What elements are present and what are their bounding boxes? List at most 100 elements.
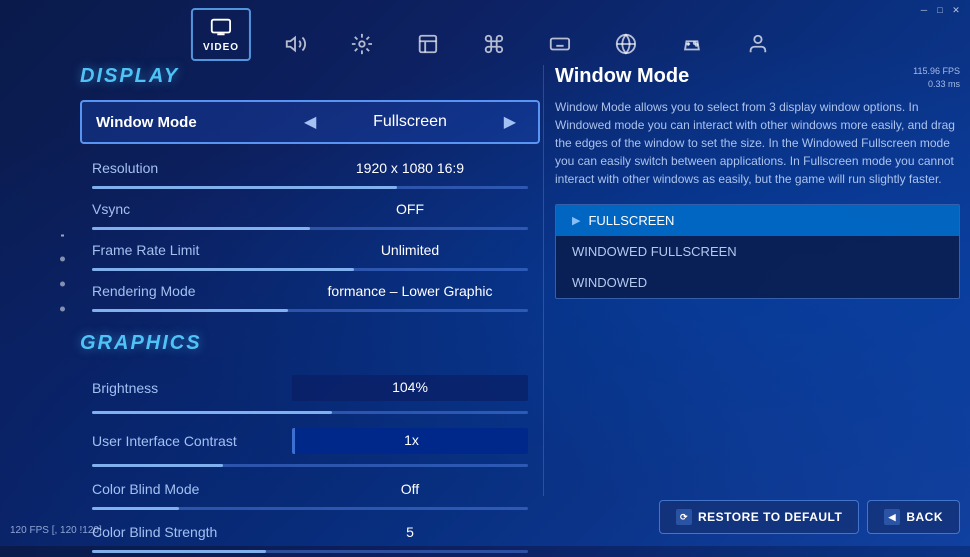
vsync-fill [92,227,310,230]
option-windowed-fullscreen[interactable]: WINDOWED FULLSCREEN [556,236,959,267]
fps-badge: 115.96 FPS 0.33 ms [913,65,960,90]
option-windowed-label: WINDOWED [572,275,647,290]
option-fullscreen[interactable]: ▶ FULLSCREEN [556,205,959,236]
rendering-mode-value-area: formance – Lower Graphic [292,283,528,299]
brightness-row[interactable]: Brightness 104% [80,367,540,409]
restore-default-button[interactable]: ⟳ RESTORE TO DEFAULT [659,500,859,534]
ui-contrast-slider[interactable] [80,464,540,471]
resolution-value: 1920 x 1080 16:9 [356,160,464,176]
window-mode-left-arrow[interactable]: ◀ [296,112,324,132]
window-mode-value-area: ◀ Fullscreen ▶ [296,112,524,132]
color-blind-strength-value: 5 [406,524,414,540]
restore-label: RESTORE TO DEFAULT [698,510,842,524]
nav-profile[interactable] [737,27,779,61]
close-button[interactable]: ✕ [950,4,962,16]
ui-contrast-group: User Interface Contrast 1x [80,420,540,471]
nav-video[interactable]: VIDEO [191,8,251,61]
fps-counter: 120 FPS [, 120 !120] [10,525,102,536]
sidebar-line-1 [61,235,64,237]
nav-interface[interactable] [407,27,449,61]
window-mode-label: Window Mode [96,114,296,131]
brightness-slider[interactable] [80,411,540,418]
ms-value: 0.33 ms [928,79,960,89]
resolution-value-area: 1920 x 1080 16:9 [292,160,528,176]
ui-contrast-row[interactable]: User Interface Contrast 1x [80,420,540,462]
resolution-label: Resolution [92,160,292,176]
vsync-value-area: OFF [292,201,528,217]
ui-contrast-value-area: 1x [292,428,528,454]
window-mode-dropdown: ▶ FULLSCREEN WINDOWED FULLSCREEN WINDOWE… [555,204,960,299]
rendering-mode-row[interactable]: Rendering Mode formance – Lower Graphic [80,275,540,307]
main-content: DISPLAY Window Mode ◀ Fullscreen ▶ Resol… [80,65,540,536]
brightness-value: 104% [392,379,428,395]
fps-value: 115.96 FPS [913,66,960,76]
window-controls: ─ □ ✕ [910,0,970,20]
ui-contrast-value: 1x [404,432,419,448]
color-blind-strength-group: Color Blind Strength 5 [80,516,540,557]
color-blind-strength-slider[interactable] [80,550,540,557]
brightness-group: Brightness 104% [80,367,540,418]
color-blind-mode-value-area: Off [292,481,528,497]
panel-divider [543,65,544,496]
rendering-mode-track [92,309,528,312]
minimize-button[interactable]: ─ [918,4,930,16]
option-windowed-fullscreen-label: WINDOWED FULLSCREEN [572,244,737,259]
nav-network[interactable] [605,27,647,61]
color-blind-mode-row[interactable]: Color Blind Mode Off [80,473,540,505]
color-blind-mode-group: Color Blind Mode Off [80,473,540,514]
nav-controller[interactable] [671,27,713,61]
display-section-title: DISPLAY [80,65,540,88]
nav-keyboard[interactable] [539,27,581,61]
window-mode-value: Fullscreen [373,113,447,131]
graphics-section-title: GRAPHICS [80,332,540,355]
option-windowed[interactable]: WINDOWED [556,267,959,298]
sidebar-dot-1 [60,257,65,262]
frame-rate-value: Unlimited [381,242,439,258]
frame-rate-label: Frame Rate Limit [92,242,292,258]
rendering-mode-fill [92,309,288,312]
resolution-fill [92,186,397,189]
panel-description: Window Mode allows you to select from 3 … [555,98,960,188]
back-button[interactable]: ◀ BACK [867,500,960,534]
brightness-value-area: 104% [292,375,528,401]
color-blind-mode-label: Color Blind Mode [92,481,292,497]
nav-video-label: VIDEO [203,42,239,53]
frame-rate-value-area: Unlimited [292,242,528,258]
nav-bar: VIDEO [191,8,779,61]
color-blind-mode-slider[interactable] [80,507,540,514]
color-blind-strength-label: Color Blind Strength [92,524,292,540]
vsync-row[interactable]: Vsync OFF [80,193,540,225]
panel-title: Window Mode [555,65,960,88]
maximize-button[interactable]: □ [934,4,946,16]
brightness-label: Brightness [92,380,292,396]
nav-gameplay[interactable] [341,27,383,61]
option-fullscreen-label: FULLSCREEN [588,213,674,228]
window-mode-right-arrow[interactable]: ▶ [496,112,524,132]
ui-contrast-label: User Interface Contrast [92,433,292,449]
right-panel: 115.96 FPS 0.33 ms Window Mode Window Mo… [555,65,960,496]
nav-audio[interactable] [275,27,317,61]
vsync-value: OFF [396,201,424,217]
frame-rate-fill [92,268,354,271]
sidebar-dot-3 [60,307,65,312]
color-blind-strength-value-area: 5 [292,524,528,540]
resolution-row[interactable]: Resolution 1920 x 1080 16:9 [80,152,540,184]
rendering-mode-value: formance – Lower Graphic [328,283,493,299]
bottom-buttons: ⟳ RESTORE TO DEFAULT ◀ BACK [659,500,960,534]
option-fullscreen-arrow: ▶ [572,214,580,227]
color-blind-mode-value: Off [401,481,419,497]
sidebar-dots [60,235,65,312]
frame-rate-track [92,268,528,271]
rendering-mode-label: Rendering Mode [92,283,292,299]
back-label: BACK [906,510,943,524]
frame-rate-row[interactable]: Frame Rate Limit Unlimited [80,234,540,266]
restore-icon: ⟳ [676,509,692,525]
color-blind-strength-row[interactable]: Color Blind Strength 5 [80,516,540,548]
vsync-label: Vsync [92,201,292,217]
nav-controls[interactable] [473,27,515,61]
graphics-section: GRAPHICS Brightness 104% User Interface … [80,332,540,557]
back-icon: ◀ [884,509,900,525]
window-mode-row[interactable]: Window Mode ◀ Fullscreen ▶ [80,100,540,144]
sidebar-dot-2 [60,282,65,287]
vsync-track [92,227,528,230]
